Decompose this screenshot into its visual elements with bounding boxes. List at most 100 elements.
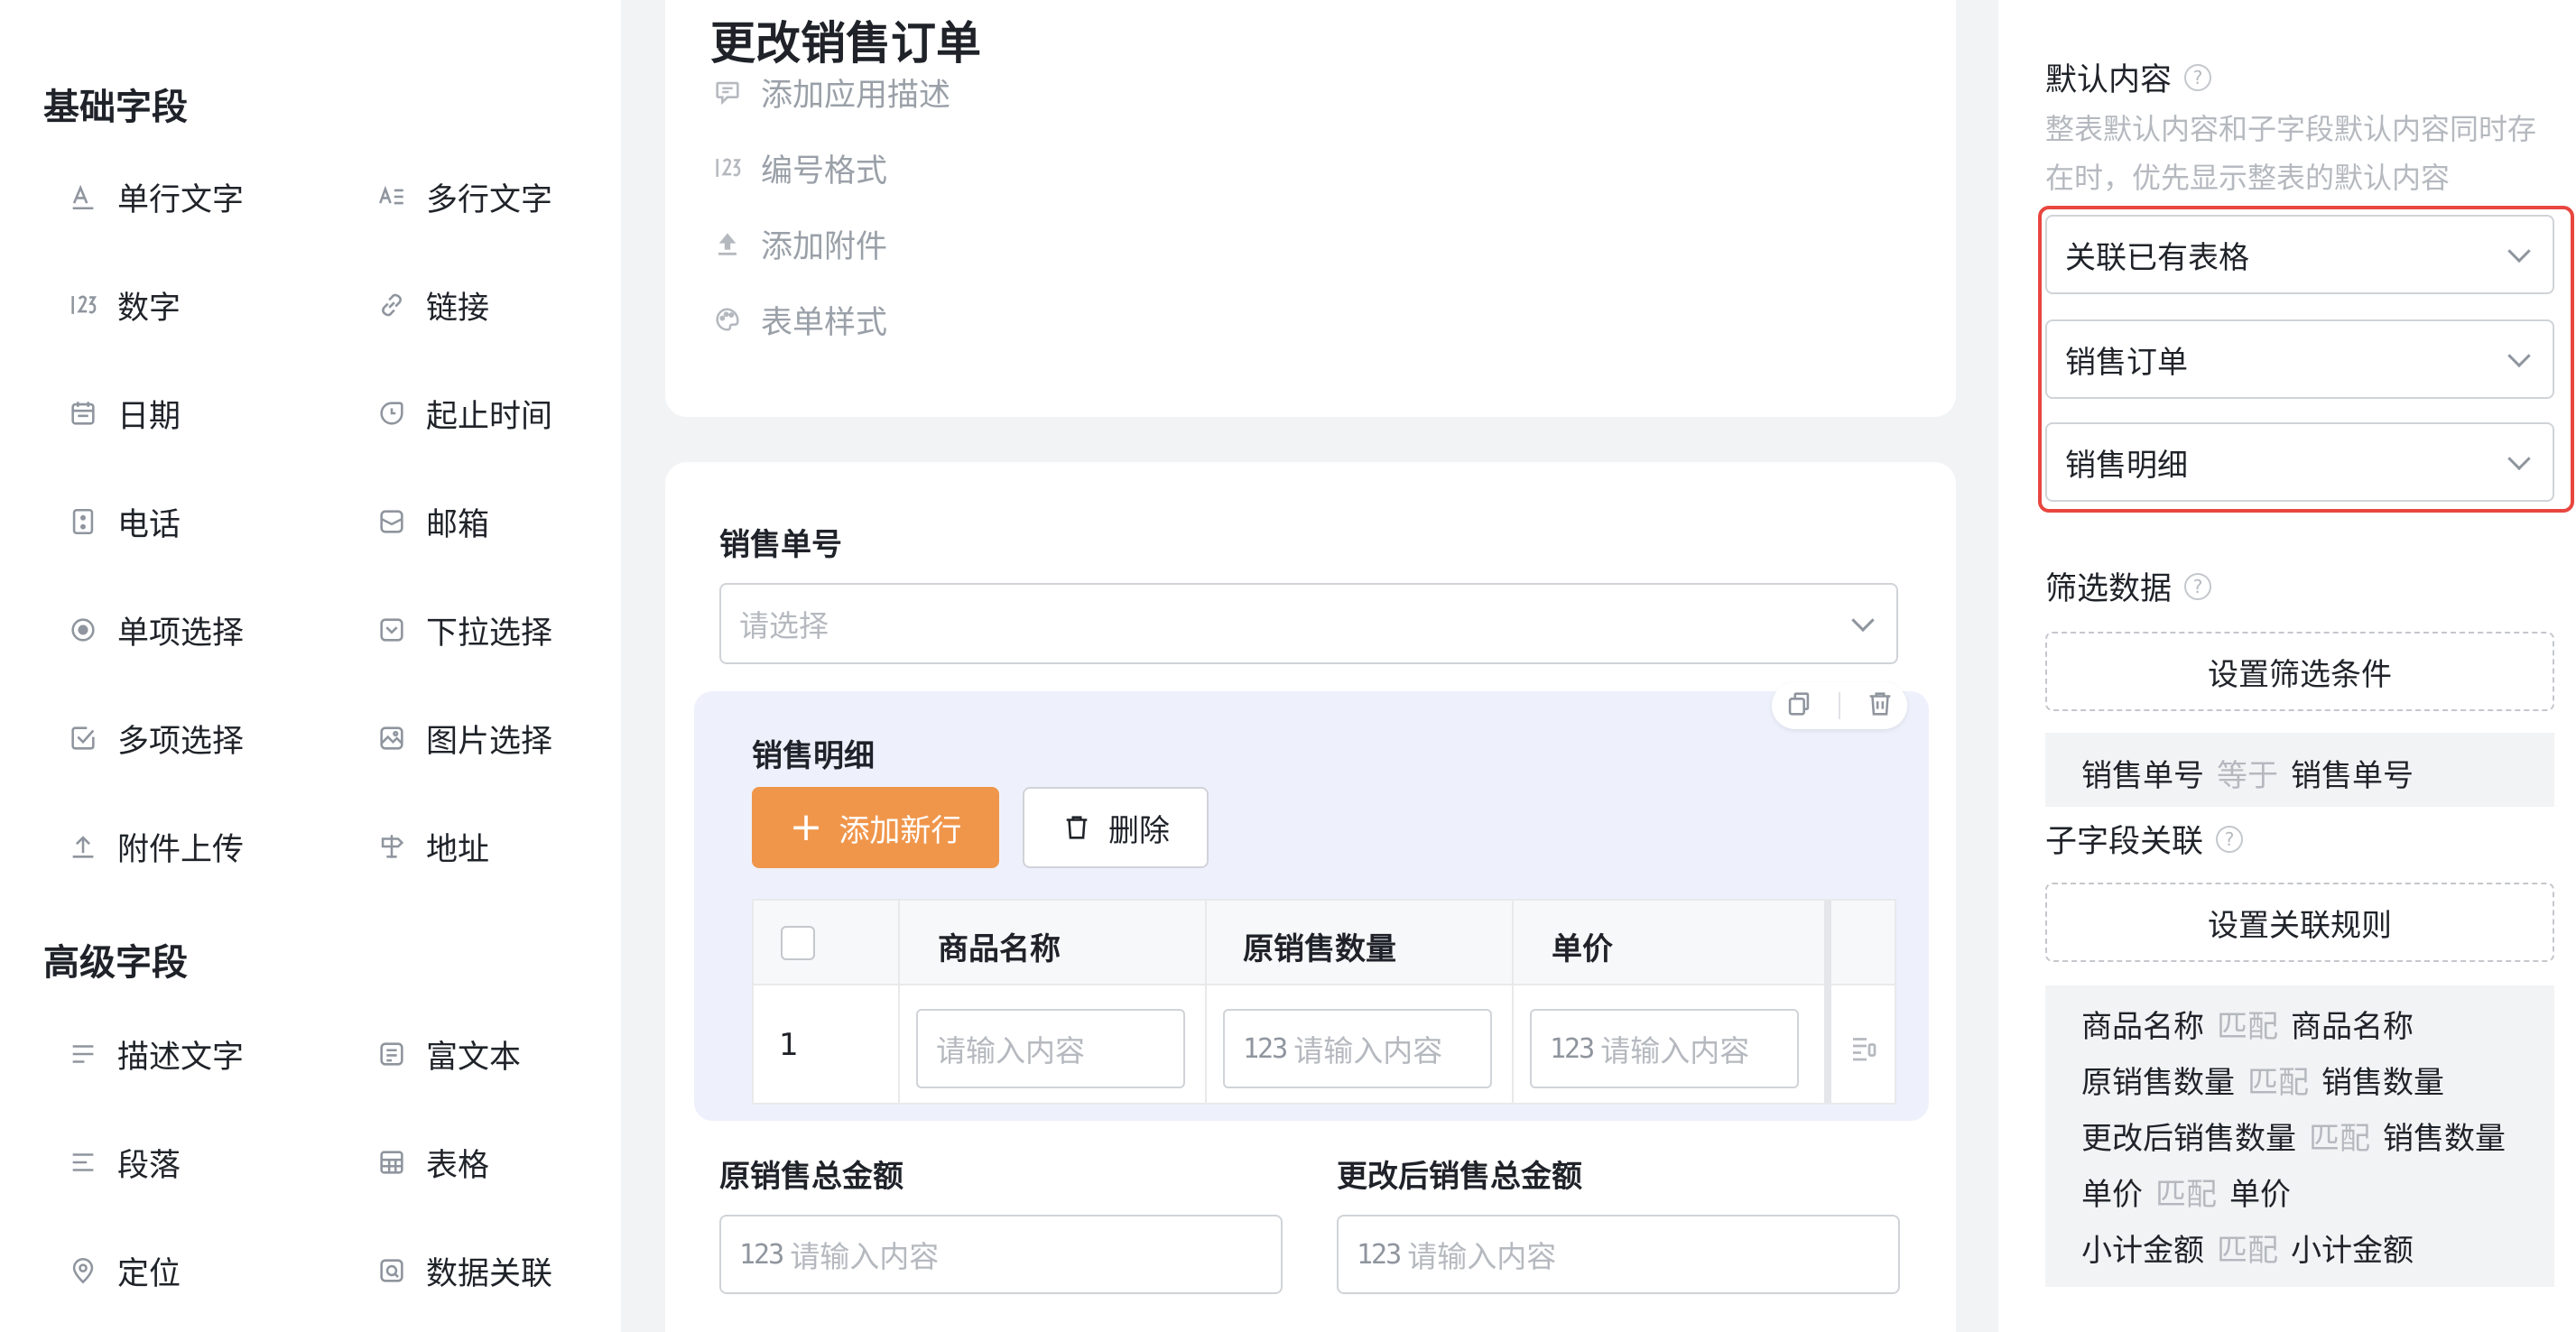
subtable-sales-detail[interactable]: 销售明细 + 添加新行 删除 商品名称 原销售数量 单价 1 请输入内容 123… [694,682,1929,1121]
table-icon [374,1144,410,1180]
total-orig-label: 原销售总金额 [719,1159,903,1195]
cell-orig-qty-input[interactable]: 123 请输入内容 [1223,1009,1492,1088]
field-paragraph[interactable]: 段落 [65,1133,181,1191]
chevron-down-icon [2507,239,2531,264]
order-no-select[interactable]: 请选择 [719,583,1898,664]
field-link[interactable]: 链接 [374,276,489,334]
mail-icon [374,504,410,540]
advanced-fields-title: 高级字段 [43,942,188,984]
attachment-upload-icon [710,227,745,261]
field-date[interactable]: 日期 [65,384,181,442]
add-row-button[interactable]: + 添加新行 [752,787,999,868]
basic-fields-title: 基础字段 [43,87,188,128]
copy-icon[interactable] [1784,689,1814,723]
col-divider [898,901,900,1103]
subtable-grid: 商品名称 原销售数量 单价 1 请输入内容 123 请输入内容 123 请输入内… [752,899,1896,1105]
field-radio[interactable]: 单项选择 [65,601,244,659]
default-content-title: 默认内容 ? [2045,54,2212,100]
property-panel: 默认内容 ? 整表默认内容和子字段默认内容同时存在时，优先显示整表的默认内容 关… [1998,0,2576,1332]
help-icon[interactable]: ? [2184,572,2212,600]
set-filter-button[interactable]: 设置筛选条件 [2045,632,2554,711]
toolbar-divider [1838,692,1840,719]
linked-form-select[interactable]: 销售订单 [2045,319,2554,399]
form-style-action[interactable]: 表单样式 [710,294,887,345]
upload-icon [65,828,101,865]
field-phone[interactable]: 电话 [65,493,181,550]
trash-icon[interactable] [1865,689,1895,723]
link-rule: 单价 匹配 单价 [2081,1177,2291,1213]
data-link-icon [374,1253,410,1289]
field-address[interactable]: 地址 [374,818,489,875]
subtable-title: 销售明细 [752,738,875,774]
column-scroll-shadow [1824,901,1831,1103]
number-icon: 123 [1243,1032,1288,1065]
order-no-label: 销售单号 [719,527,842,563]
location-icon [65,1253,101,1289]
add-attachment-action[interactable]: 添加附件 [710,218,887,269]
form-header-card: 更改销售订单 添加应用描述 编号格式 添加附件 表单样式 [665,0,1956,417]
select-all-checkbox[interactable] [781,926,815,960]
filter-rule-box: 销售单号 等于 销售单号 [2045,733,2554,807]
form-body-card: 销售单号 请选择 销售明细 + 添加新行 删除 商品名称 原销售数量 单价 1 … [665,462,1956,1332]
field-mail[interactable]: 邮箱 [374,493,489,550]
column-header-price: 单价 [1552,931,1613,967]
filter-rule: 销售单号 等于 销售单号 [2081,758,2414,794]
column-header-product: 商品名称 [938,931,1061,967]
link-rule: 原销售数量 匹配 销售数量 [2081,1065,2444,1101]
subtable-toolbar [1772,682,1907,729]
col-divider [1512,901,1514,1103]
field-table[interactable]: 表格 [374,1133,489,1191]
plus-icon: + [789,804,823,850]
field-upload[interactable]: 附件上传 [65,818,244,875]
field-time-range[interactable]: 起止时间 [374,384,552,442]
link-rule: 小计金额 匹配 小计金额 [2081,1233,2414,1269]
column-header-orig-qty: 原销售数量 [1243,931,1396,967]
field-checkbox[interactable]: 多项选择 [65,709,244,767]
total-new-input[interactable]: 123 请输入内容 [1337,1215,1900,1294]
set-link-rule-button[interactable]: 设置关联规则 [2045,883,2554,962]
number-format-action[interactable]: 编号格式 [710,143,887,193]
form-title[interactable]: 更改销售订单 [710,7,981,72]
dropdown-icon [374,612,410,648]
field-rich-text[interactable]: 富文本 [374,1025,521,1083]
description-icon [65,1036,101,1072]
help-icon[interactable]: ? [2184,63,2212,91]
field-description[interactable]: 描述文字 [65,1025,244,1083]
field-multi-line-text[interactable]: 多行文字 [374,168,552,226]
add-description-action[interactable]: 添加应用描述 [710,67,950,117]
rich-text-icon [374,1036,410,1072]
link-icon [374,287,410,323]
default-source-select[interactable]: 关联已有表格 [2045,215,2554,294]
cell-product-input[interactable]: 请输入内容 [916,1009,1185,1088]
delete-row-button[interactable]: 删除 [1023,787,1209,868]
trash-icon [1066,816,1088,839]
phone-icon [65,504,101,540]
total-orig-input[interactable]: 123 请输入内容 [719,1215,1283,1294]
number-icon: 123 [1550,1032,1595,1065]
checkbox-icon [65,720,101,756]
linked-table-select[interactable]: 销售明细 [2045,422,2554,502]
cell-price-input[interactable]: 123 请输入内容 [1530,1009,1799,1088]
field-number[interactable]: 数字 [65,276,181,334]
number-icon [65,287,101,323]
link-rule: 更改后销售数量 匹配 销售数量 [2081,1121,2506,1157]
field-palette: 基础字段 单行文字 多行文字 数字 链接 日期 起止时间 电话 邮箱 单项选择 [0,0,621,1332]
chevron-down-icon [1851,608,1875,633]
time-range-icon [374,395,410,431]
palette-icon [710,302,745,337]
number-icon: 123 [1357,1238,1402,1271]
chevron-down-icon [2507,344,2531,368]
number-format-icon [710,151,745,185]
col-divider [1205,901,1207,1103]
field-data-link[interactable]: 数据关联 [374,1242,552,1300]
field-single-line-text[interactable]: 单行文字 [65,168,244,226]
help-icon[interactable]: ? [2216,825,2244,853]
field-location[interactable]: 定位 [65,1242,181,1300]
link-rule: 商品名称 匹配 商品名称 [2081,1009,2414,1045]
field-image[interactable]: 图片选择 [374,709,552,767]
subfield-link-title: 子字段关联 ? [2045,816,2244,862]
number-icon: 123 [739,1238,784,1271]
row-operation-icon[interactable] [1848,1032,1880,1065]
field-dropdown[interactable]: 下拉选择 [374,601,552,659]
multi-line-text-icon [374,179,410,215]
